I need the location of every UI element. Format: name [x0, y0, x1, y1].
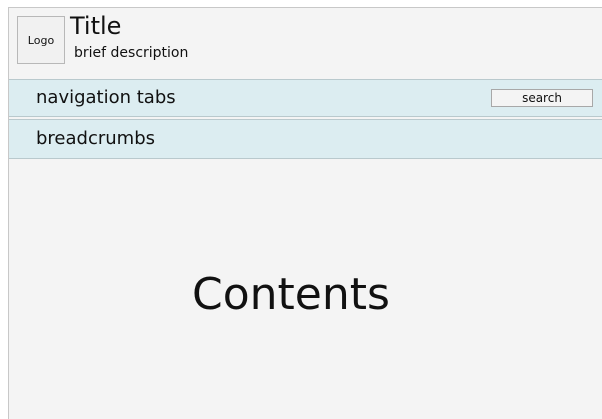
main-content: Contents — [9, 159, 602, 419]
page-title: Title — [70, 12, 122, 40]
logo-label: Logo — [27, 33, 55, 47]
breadcrumb: breadcrumbs — [9, 119, 602, 159]
breadcrumb-label[interactable]: breadcrumbs — [36, 128, 155, 150]
navigation-tabs[interactable]: navigation tabs — [36, 87, 176, 109]
search-input[interactable]: search — [491, 89, 593, 107]
navigation-bar: navigation tabs search — [9, 79, 602, 117]
site-header: Logo Title brief description — [9, 8, 602, 78]
wireframe-page: Logo Title brief description navigation … — [8, 7, 602, 419]
logo[interactable]: Logo — [17, 16, 65, 64]
page-description: brief description — [74, 45, 189, 61]
contents-heading: Contents — [192, 269, 390, 320]
